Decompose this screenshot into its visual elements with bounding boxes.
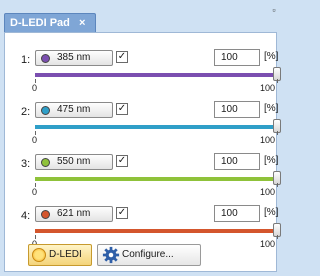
tick-max: [277, 183, 278, 187]
channel-enable-checkbox[interactable]: ✓: [116, 207, 128, 219]
slider-min-label: 0: [32, 135, 38, 145]
channel-row-2: 2: 475 nm ✓ 100 [%] 0 100: [5, 95, 281, 147]
d-ledi-button-label: D-LEDI: [49, 249, 82, 260]
intensity-value-input[interactable]: 100: [214, 153, 260, 170]
intensity-slider-track[interactable]: [35, 125, 279, 129]
led-channel-button[interactable]: 475 nm: [35, 102, 113, 118]
channel-index: 2:: [21, 106, 31, 118]
d-ledi-button[interactable]: D-LEDI: [28, 244, 92, 266]
channel-index: 1:: [21, 54, 31, 66]
led-wavelength-label: 475 nm: [57, 104, 91, 115]
led-color-dot-icon: [41, 157, 50, 167]
led-color-dot-icon: [41, 53, 50, 63]
tick-max: [277, 79, 278, 83]
channel-enable-checkbox[interactable]: ✓: [116, 103, 128, 115]
channel-row-1: 1: 385 nm ✓ 100 [%] 0 100: [5, 43, 281, 95]
led-color-dot-icon: [41, 105, 50, 115]
intensity-value-input[interactable]: 100: [214, 101, 260, 118]
channel-index: 4:: [21, 210, 31, 222]
led-channel-button[interactable]: 621 nm: [35, 206, 113, 222]
intensity-slider-track[interactable]: [35, 177, 279, 181]
pin-icon[interactable]: ▫: [268, 4, 280, 16]
tab-d-ledi-pad[interactable]: D-LEDI Pad ×: [4, 13, 96, 32]
led-wavelength-label: 550 nm: [57, 156, 91, 167]
configure-button[interactable]: Configure...: [97, 244, 201, 266]
intensity-value-input[interactable]: 100: [214, 205, 260, 222]
led-channel-button[interactable]: 385 nm: [35, 50, 113, 66]
led-wavelength-label: 385 nm: [57, 52, 91, 63]
led-channel-button[interactable]: 550 nm: [35, 154, 113, 170]
intensity-slider-track[interactable]: [35, 73, 279, 77]
channel-enable-checkbox[interactable]: ✓: [116, 51, 128, 63]
tab-close-icon[interactable]: ×: [79, 17, 85, 29]
intensity-slider-track[interactable]: [35, 229, 279, 233]
channel-index: 3:: [21, 158, 31, 170]
led-sun-icon: [32, 248, 46, 262]
slider-min-label: 0: [32, 187, 38, 197]
intensity-value-input[interactable]: 100: [214, 49, 260, 66]
slider-min-label: 0: [32, 83, 38, 93]
configure-button-label: Configure...: [122, 249, 174, 260]
channel-row-3: 3: 550 nm ✓ 100 [%] 0 100: [5, 147, 281, 199]
slider-max-label: 100: [260, 135, 276, 145]
tick-max: [277, 131, 278, 135]
d-ledi-panel: 1: 385 nm ✓ 100 [%] 0 100 2: 475 nm ✓ 10…: [4, 32, 281, 272]
tick-max: [277, 235, 278, 239]
unit-label: [%]: [264, 207, 279, 218]
unit-label: [%]: [264, 155, 279, 166]
slider-max-label: 100: [260, 187, 276, 197]
led-wavelength-label: 621 nm: [57, 208, 91, 219]
unit-label: [%]: [264, 103, 279, 114]
gear-icon: [102, 246, 120, 264]
slider-max-label: 100: [260, 83, 276, 93]
slider-max-label: 100: [260, 239, 276, 249]
unit-label: [%]: [264, 51, 279, 62]
led-color-dot-icon: [41, 209, 50, 219]
tab-title: D-LEDI Pad: [10, 17, 70, 29]
channel-enable-checkbox[interactable]: ✓: [116, 155, 128, 167]
